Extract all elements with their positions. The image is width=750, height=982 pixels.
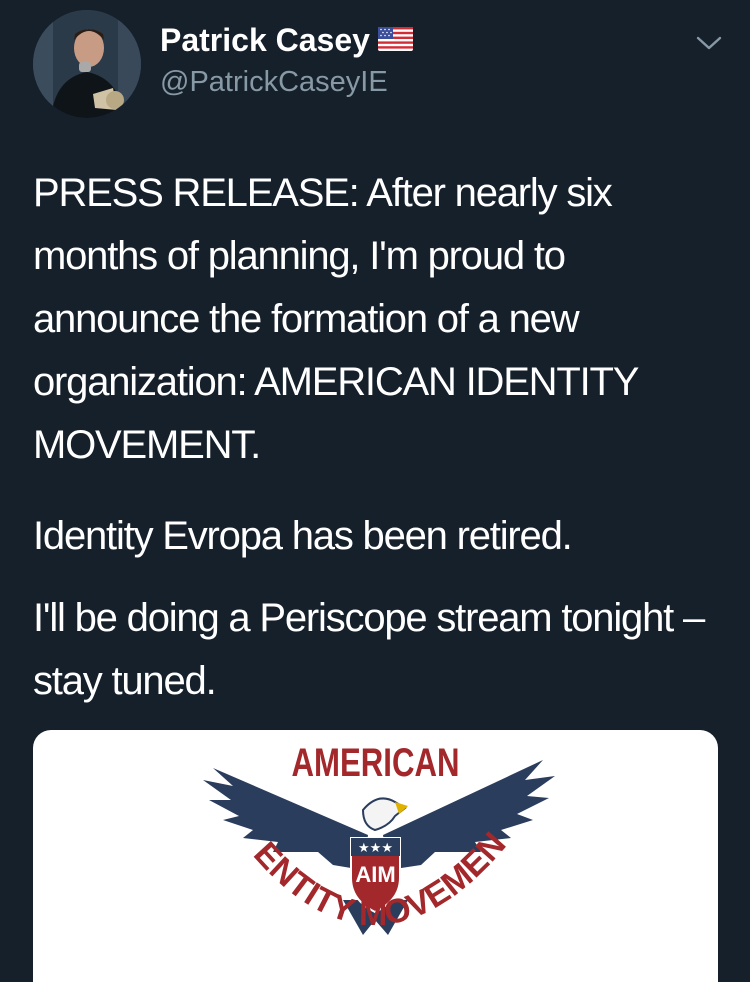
avatar[interactable] (33, 10, 141, 118)
display-name[interactable]: Patrick Casey (160, 22, 370, 59)
us-flag-icon (378, 27, 413, 51)
tweet-media-image[interactable]: ★★★ AIM AMERICAN IDENTITY MOVEMENT (33, 730, 718, 982)
aim-logo: ★★★ AIM AMERICAN IDENTITY MOVEMENT (33, 730, 555, 935)
logo-title: AMERICAN (292, 741, 460, 785)
user-handle[interactable]: @PatrickCaseyIE (160, 66, 388, 99)
shield-text: AIM (355, 862, 395, 887)
tweet-text-paragraph: Identity Evropa has been retired. (33, 514, 573, 558)
tweet-text-paragraph: PRESS RELEASE: After nearly six months o… (33, 171, 639, 467)
shield-stars: ★★★ (358, 840, 393, 855)
chevron-down-icon[interactable] (696, 34, 722, 52)
tweet-text-paragraph: I'll be doing a Periscope stream tonight… (33, 596, 705, 703)
avatar-photo (33, 10, 141, 118)
tweet: Patrick Casey @PatrickCaseyIE PRESS RELE… (0, 0, 750, 982)
